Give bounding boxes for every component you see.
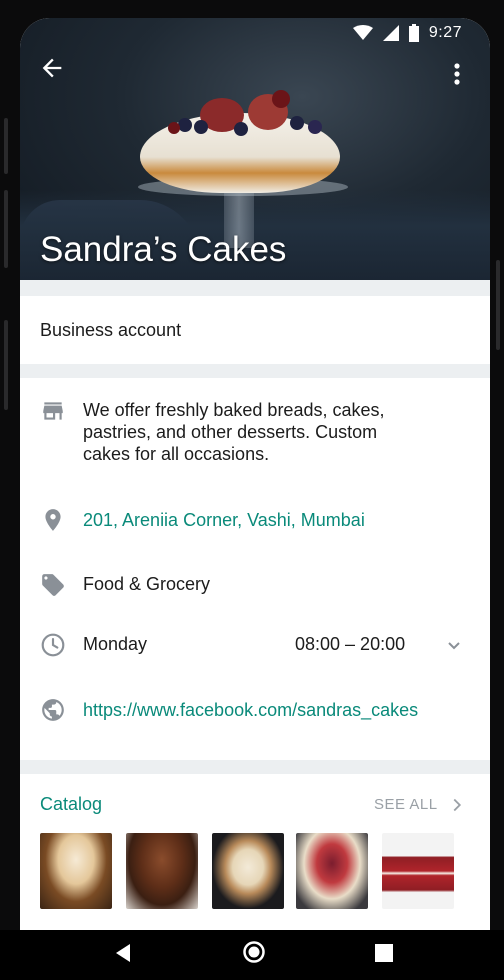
status-bar: 9:27 bbox=[20, 18, 490, 48]
nav-back-icon[interactable] bbox=[114, 942, 132, 964]
section-divider bbox=[20, 364, 490, 378]
business-account-label: Business account bbox=[40, 320, 182, 340]
wifi-icon bbox=[352, 25, 373, 40]
more-vert-icon[interactable] bbox=[452, 62, 462, 86]
business-description: We offer freshly baked breads, cakes, pa… bbox=[83, 400, 385, 464]
website-link[interactable]: https://www.facebook.com/sandras_cakes bbox=[83, 700, 418, 721]
catalog-item-red-velvet[interactable] bbox=[382, 833, 454, 909]
address-link[interactable]: 201, Areniia Corner, Vashi, Mumbai bbox=[83, 510, 365, 531]
phone-frame: Sandra’s Cakes 9:27 Business account We … bbox=[0, 0, 504, 980]
catalog-item-cheesecake[interactable] bbox=[296, 833, 368, 909]
globe-icon bbox=[42, 699, 64, 721]
clock-icon bbox=[41, 633, 65, 657]
see-all-button[interactable]: SEE ALL bbox=[374, 796, 438, 813]
chevron-down-icon[interactable] bbox=[442, 634, 466, 658]
nav-recents-icon[interactable] bbox=[374, 943, 394, 963]
berries-topping bbox=[160, 90, 330, 140]
phone-side-button bbox=[4, 118, 8, 174]
chevron-right-icon[interactable] bbox=[446, 794, 468, 816]
hours-day: Monday bbox=[83, 634, 148, 654]
hours-time: 08:00 – 20:00 bbox=[295, 634, 406, 654]
catalog-item-tart[interactable] bbox=[212, 833, 284, 909]
catalog-title: Catalog bbox=[40, 794, 103, 814]
store-icon bbox=[43, 402, 63, 420]
back-arrow-icon[interactable] bbox=[38, 54, 66, 82]
tag-icon bbox=[42, 574, 64, 596]
location-pin-icon bbox=[45, 509, 61, 531]
section-divider bbox=[20, 760, 490, 774]
section-divider bbox=[20, 280, 490, 296]
phone-side-button bbox=[496, 260, 500, 350]
business-name-title: Sandra’s Cakes bbox=[40, 230, 287, 269]
navigation-bar bbox=[0, 930, 504, 980]
app-screen: Sandra’s Cakes 9:27 Business account We … bbox=[20, 18, 490, 930]
phone-side-button bbox=[4, 320, 8, 410]
nav-home-icon[interactable] bbox=[242, 940, 266, 964]
battery-icon bbox=[408, 24, 419, 42]
signal-icon bbox=[382, 25, 399, 41]
phone-side-button bbox=[4, 190, 8, 268]
category-label: Food & Grocery bbox=[83, 574, 211, 594]
cover-photo: Sandra’s Cakes bbox=[20, 18, 490, 280]
catalog-item-cupcake[interactable] bbox=[40, 833, 112, 909]
status-time: 9:27 bbox=[428, 24, 462, 41]
catalog-item-chocolate-cupcake[interactable] bbox=[126, 833, 198, 909]
